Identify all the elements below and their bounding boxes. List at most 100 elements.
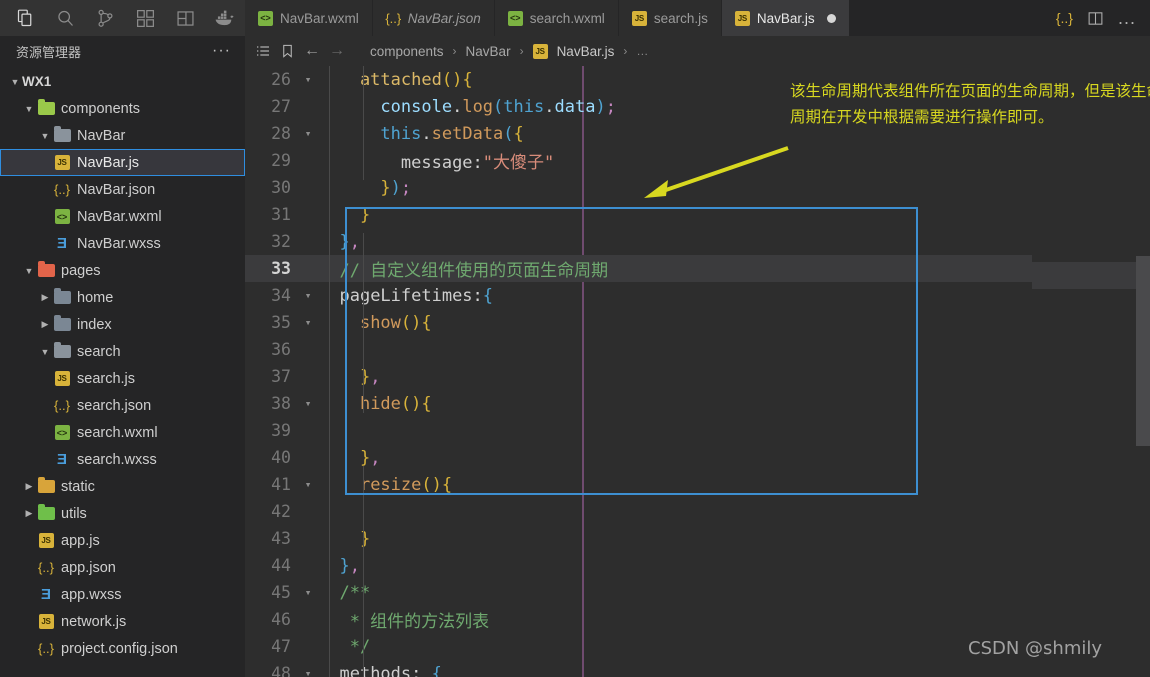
tree-item-pages[interactable]: ▼ pages bbox=[0, 257, 245, 284]
fold-chevron-icon[interactable]: ▾ bbox=[297, 73, 319, 86]
tree-item-navbar-js[interactable]: JS NavBar.js bbox=[0, 149, 245, 176]
code-line-41[interactable]: 41 ▾ resize(){ bbox=[245, 471, 1150, 498]
tree-item-search-json[interactable]: {..} search.json bbox=[0, 392, 245, 419]
tree-item-label: app.js bbox=[61, 532, 100, 549]
tree-item-network-js[interactable]: JS network.js bbox=[0, 608, 245, 635]
tree-item-wx1[interactable]: ▼ WX1 bbox=[0, 68, 245, 95]
tree-item-utils[interactable]: ▶ utils bbox=[0, 500, 245, 527]
indent-guide bbox=[363, 66, 364, 180]
code-line-39[interactable]: 39 bbox=[245, 417, 1150, 444]
code-line-35[interactable]: 35 ▾ show(){ bbox=[245, 309, 1150, 336]
line-number: 36 bbox=[271, 340, 291, 359]
tree-item-search-wxss[interactable]: Ǝ search.wxss bbox=[0, 446, 245, 473]
code-line-38[interactable]: 38 ▾ hide(){ bbox=[245, 390, 1150, 417]
code-editor[interactable]: 26 ▾ attached(){ 27 console.log(this.dat… bbox=[245, 66, 1150, 677]
tree-item-components[interactable]: ▼ components bbox=[0, 95, 245, 122]
tree-item-home[interactable]: ▶ home bbox=[0, 284, 245, 311]
tab-search-wxml[interactable]: <> search.wxml bbox=[494, 0, 619, 36]
tree-item-navbar-wxss[interactable]: Ǝ NavBar.wxss bbox=[0, 230, 245, 257]
tree-item-index[interactable]: ▶ index bbox=[0, 311, 245, 338]
breadcrumb-overflow[interactable]: … bbox=[636, 44, 648, 58]
chevron-right-icon[interactable]: ▶ bbox=[22, 481, 36, 492]
fold-chevron-icon[interactable]: ▾ bbox=[297, 586, 319, 599]
tree-item-app-js[interactable]: JS app.js bbox=[0, 527, 245, 554]
indent-guide bbox=[363, 233, 364, 413]
forward-arrow-icon[interactable]: → bbox=[329, 43, 345, 59]
code-line-40[interactable]: 40 }, bbox=[245, 444, 1150, 471]
search-icon[interactable] bbox=[48, 3, 82, 33]
json-action-icon[interactable]: {..} bbox=[1056, 10, 1073, 26]
tree-item-navbar-folder[interactable]: ▼ NavBar bbox=[0, 122, 245, 149]
fold-chevron-icon[interactable]: ▾ bbox=[297, 316, 319, 329]
breadcrumb-item-components[interactable]: components bbox=[370, 44, 444, 59]
tree-item-search-folder[interactable]: ▼ search bbox=[0, 338, 245, 365]
chevron-right-icon[interactable]: ▶ bbox=[22, 508, 36, 519]
code-line-33[interactable]: 33 // 自定义组件使用的页面生命周期 bbox=[245, 255, 1150, 282]
outline-icon[interactable] bbox=[255, 43, 271, 59]
code-text: message:"大傻子" bbox=[400, 153, 555, 173]
fold-chevron-icon[interactable]: ▾ bbox=[297, 127, 319, 140]
code-line-37[interactable]: 37 }, bbox=[245, 363, 1150, 390]
chevron-down-icon[interactable]: ▼ bbox=[38, 131, 52, 141]
unsaved-indicator-icon[interactable] bbox=[826, 13, 836, 23]
tree-item-project-config-json[interactable]: {..} project.config.json bbox=[0, 635, 245, 662]
breadcrumb-separator: › bbox=[623, 44, 628, 58]
explorer-icon[interactable] bbox=[8, 3, 42, 33]
back-arrow-icon[interactable]: ← bbox=[304, 43, 320, 59]
line-number: 28 bbox=[271, 124, 291, 143]
tab-navbar-wxml[interactable]: <> NavBar.wxml bbox=[245, 0, 373, 36]
breadcrumb-separator: › bbox=[452, 44, 457, 58]
code-line-30[interactable]: 30 }); bbox=[245, 174, 1150, 201]
remote-icon[interactable] bbox=[168, 3, 202, 33]
fold-chevron-icon[interactable]: ▾ bbox=[297, 667, 319, 677]
chevron-down-icon[interactable]: ▼ bbox=[22, 104, 36, 114]
split-editor-icon[interactable] bbox=[1087, 10, 1104, 27]
source-control-icon[interactable] bbox=[88, 3, 122, 33]
tree-item-app-json[interactable]: {..} app.json bbox=[0, 554, 245, 581]
tab-label: NavBar.wxml bbox=[280, 10, 359, 26]
code-line-44[interactable]: 44 }, bbox=[245, 552, 1150, 579]
code-line-48[interactable]: 48 ▾ methods: { bbox=[245, 660, 1150, 677]
fold-chevron-icon[interactable]: ▾ bbox=[297, 397, 319, 410]
code-line-42[interactable]: 42 bbox=[245, 498, 1150, 525]
tab-label: search.js bbox=[653, 10, 708, 26]
tree-item-static[interactable]: ▶ static bbox=[0, 473, 245, 500]
tree-item-app-wxss[interactable]: Ǝ app.wxss bbox=[0, 581, 245, 608]
docker-icon[interactable] bbox=[208, 3, 242, 33]
breadcrumb-item-navbar[interactable]: NavBar bbox=[466, 44, 511, 59]
chevron-right-icon[interactable]: ▶ bbox=[38, 292, 52, 303]
explorer-more-icon[interactable]: ··· bbox=[212, 43, 231, 59]
code-line-32[interactable]: 32 }, bbox=[245, 228, 1150, 255]
folder-icon bbox=[36, 504, 56, 520]
explorer-tree[interactable]: ▼ WX1 ▼ components ▼ NavBar JS NavBar.js bbox=[0, 66, 245, 677]
chevron-right-icon[interactable]: ▶ bbox=[38, 319, 52, 330]
code-line-29[interactable]: 29 message:"大傻子" bbox=[245, 147, 1150, 174]
code-line-45[interactable]: 45 ▾ /** bbox=[245, 579, 1150, 606]
tree-item-navbar-wxml[interactable]: <> NavBar.wxml bbox=[0, 203, 245, 230]
tree-item-label: utils bbox=[61, 505, 87, 522]
code-content[interactable]: 26 ▾ attached(){ 27 console.log(this.dat… bbox=[245, 66, 1150, 677]
code-line-34[interactable]: 34 ▾ pageLifetimes:{ bbox=[245, 282, 1150, 309]
fold-chevron-icon[interactable]: ▾ bbox=[297, 478, 319, 491]
code-line-31[interactable]: 31 } bbox=[245, 201, 1150, 228]
code-line-43[interactable]: 43 } bbox=[245, 525, 1150, 552]
code-line-36[interactable]: 36 bbox=[245, 336, 1150, 363]
fold-chevron-icon[interactable]: ▾ bbox=[297, 289, 319, 302]
chevron-down-icon[interactable]: ▼ bbox=[22, 266, 36, 276]
tree-item-navbar-json[interactable]: {..} NavBar.json bbox=[0, 176, 245, 203]
breadcrumb-item-navbar-js[interactable]: NavBar.js bbox=[557, 44, 615, 59]
chevron-down-icon[interactable]: ▼ bbox=[38, 347, 52, 357]
more-actions-icon[interactable]: ... bbox=[1118, 9, 1136, 27]
tree-item-search-wxml[interactable]: <> search.wxml bbox=[0, 419, 245, 446]
extensions-icon[interactable] bbox=[128, 3, 162, 33]
tab-search-js[interactable]: JS search.js bbox=[618, 0, 722, 36]
bookmark-icon[interactable] bbox=[280, 43, 295, 59]
minimap[interactable] bbox=[1032, 66, 1150, 677]
tab-navbar-json[interactable]: {..} NavBar.json bbox=[372, 0, 495, 36]
tab-label: NavBar.js bbox=[756, 10, 815, 26]
chevron-down-icon[interactable]: ▼ bbox=[8, 77, 22, 87]
line-number: 29 bbox=[271, 151, 291, 170]
tab-navbar-js[interactable]: JS NavBar.js bbox=[721, 0, 850, 36]
tree-item-search-js[interactable]: JS search.js bbox=[0, 365, 245, 392]
code-line-46[interactable]: 46 * 组件的方法列表 bbox=[245, 606, 1150, 633]
